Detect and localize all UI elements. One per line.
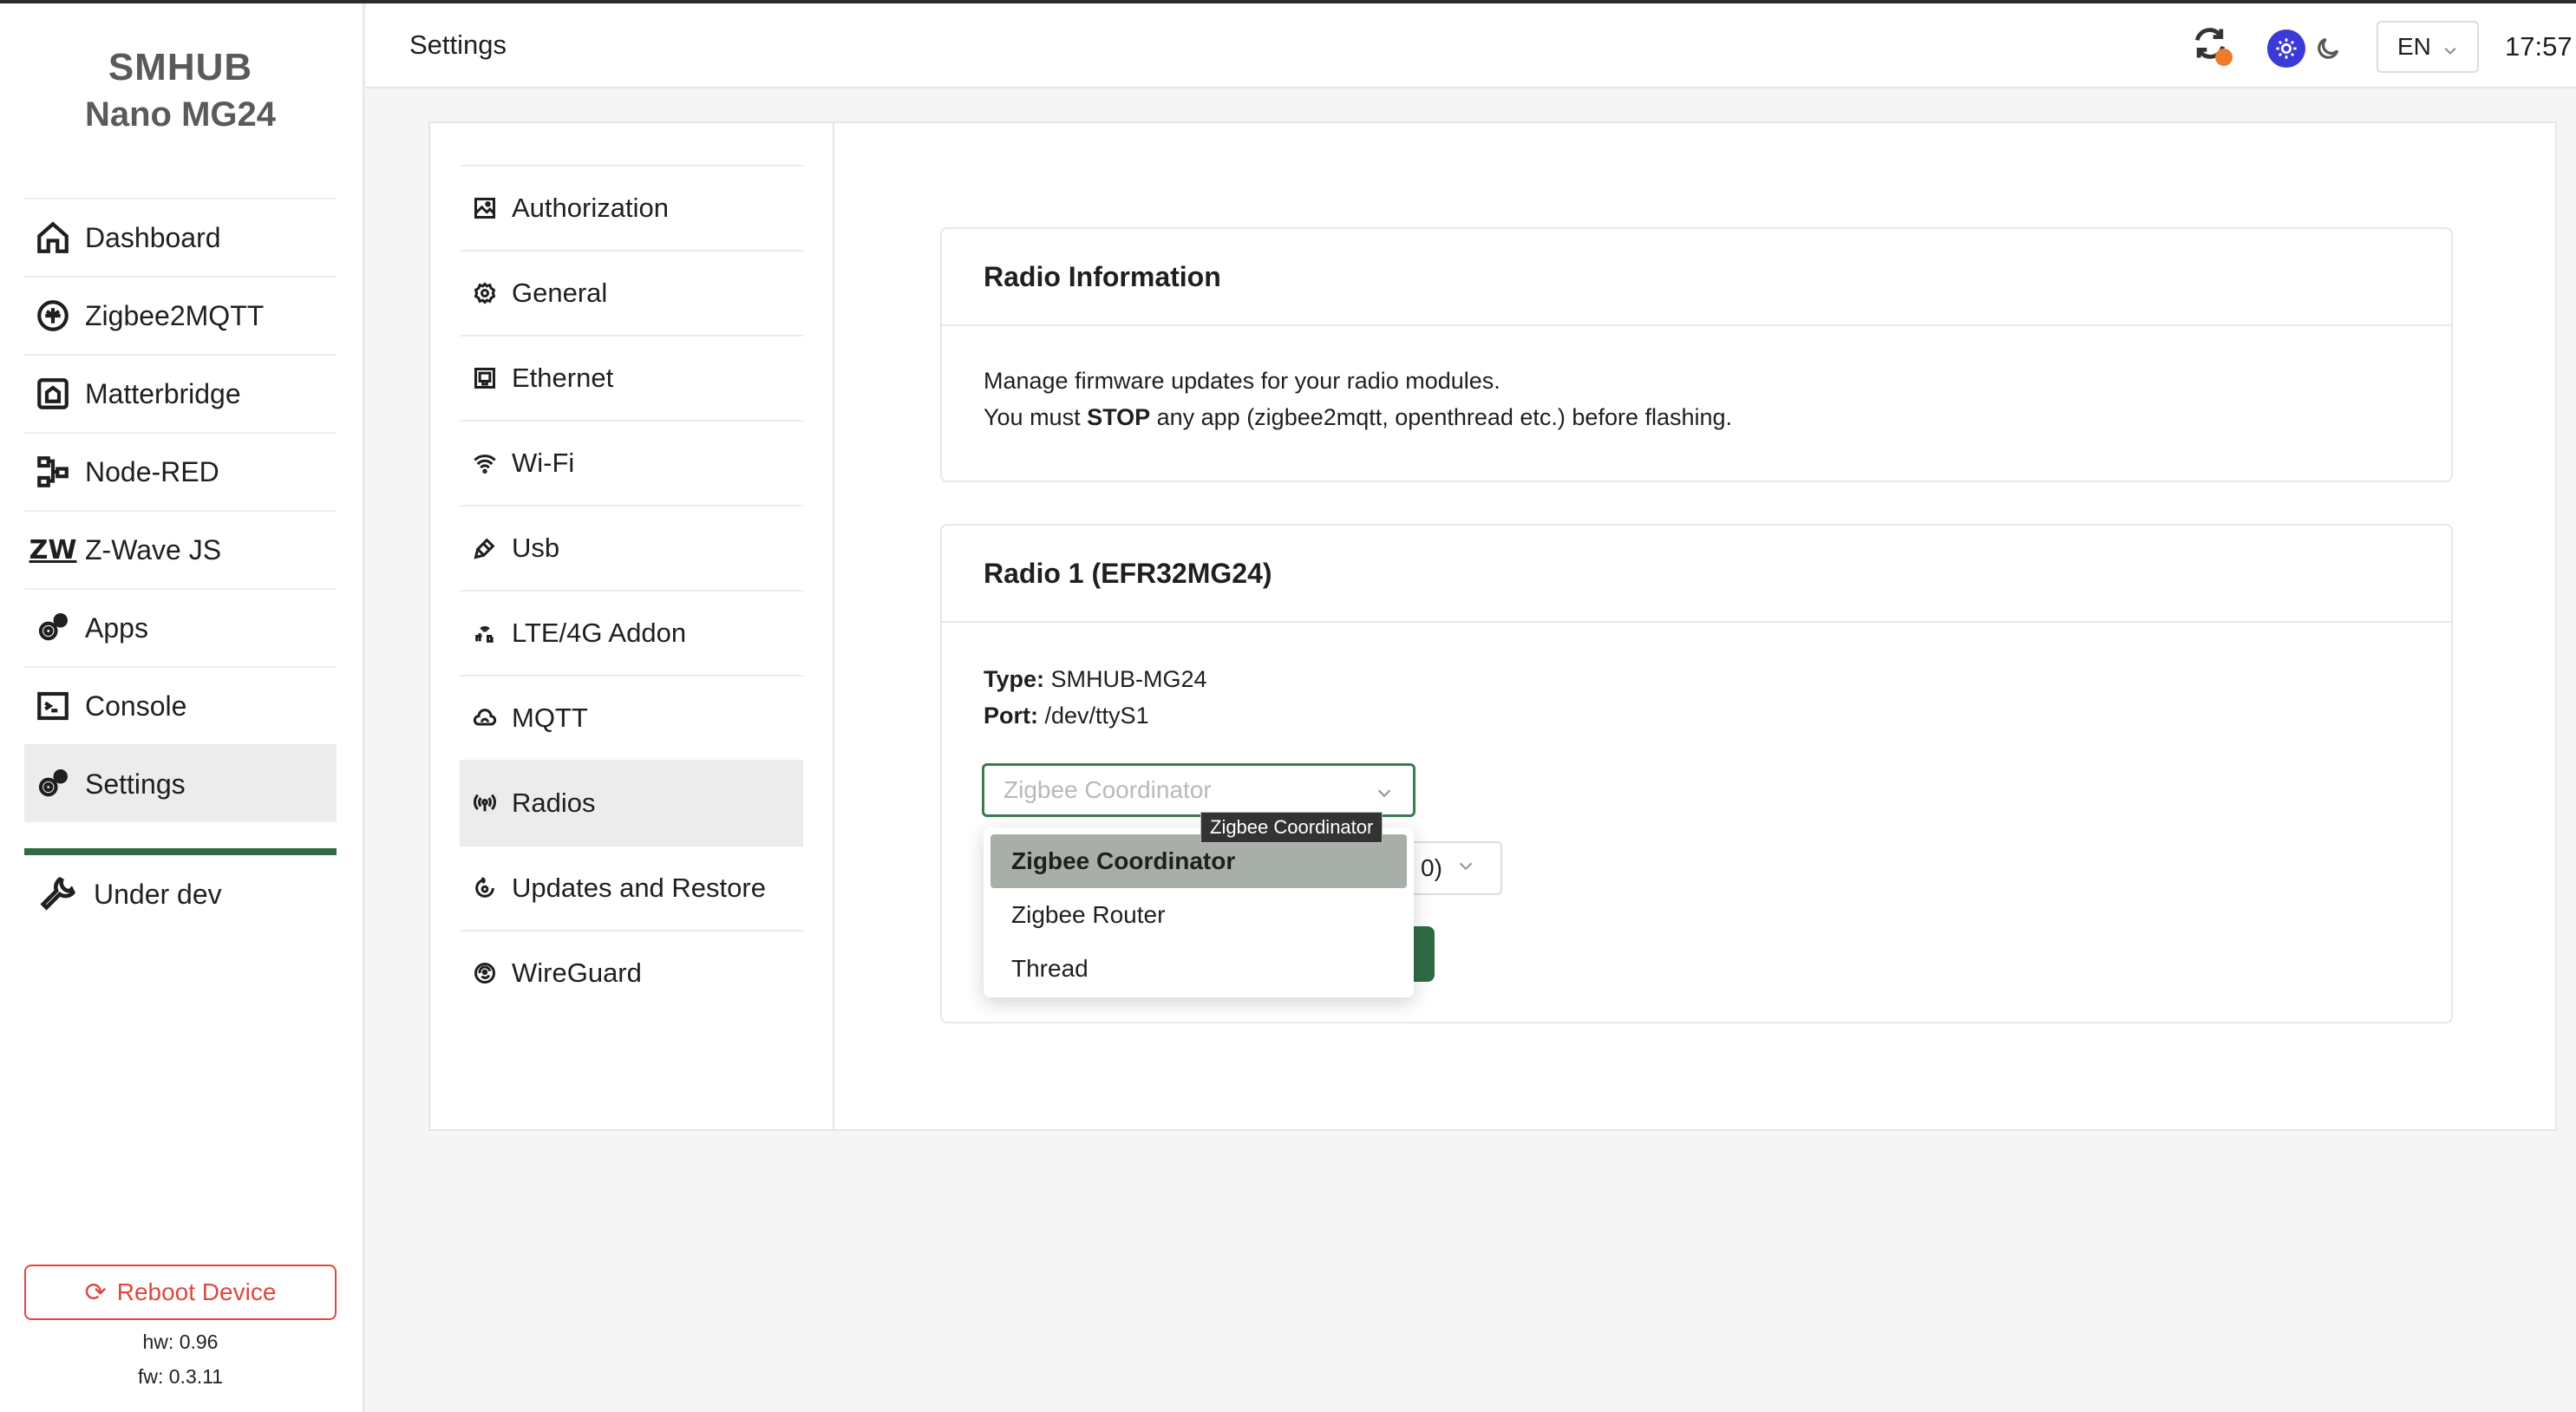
zigbee-icon [33, 296, 73, 336]
tooltip: Zigbee Coordinator [1200, 812, 1383, 843]
wireguard-icon [472, 960, 498, 986]
page-title: Settings [409, 29, 507, 60]
settings-panel: Authorization General Ethernet Wi-Fi Usb… [428, 121, 2557, 1131]
card-title: Radio 1 (EFR32MG24) [942, 526, 2451, 623]
settings-item-ethernet[interactable]: Ethernet [460, 335, 803, 420]
settings-item-radios[interactable]: Radios [460, 760, 803, 845]
antenna-icon [472, 790, 498, 816]
chevron-down-icon [1456, 854, 1475, 882]
sun-icon[interactable] [2267, 29, 2305, 68]
image-icon [472, 195, 498, 221]
matter-icon [33, 374, 73, 414]
chevron-down-icon [1375, 781, 1394, 809]
settings-item-label: Wi-Fi [512, 448, 575, 478]
terminal-icon [33, 686, 73, 726]
zwave-icon: ZW [29, 534, 77, 565]
sidebar-item-console[interactable]: Console [24, 666, 337, 744]
chevron-down-icon [2442, 38, 2459, 56]
brand-name: SMHUB [108, 46, 253, 88]
sidebar-item-label: Apps [85, 611, 148, 644]
home-icon [33, 218, 73, 258]
gears-icon [33, 608, 73, 648]
settings-item-authorization[interactable]: Authorization [460, 165, 803, 250]
settings-item-usb[interactable]: Usb [460, 505, 803, 590]
sidebar-item-settings[interactable]: Settings [24, 744, 337, 822]
sidebar-item-node-red[interactable]: Node-RED [24, 432, 337, 510]
wrench-icon [40, 877, 75, 911]
sidebar-nav: Dashboard Zigbee2MQTT Matterbridge Node-… [24, 198, 337, 822]
section-divider [24, 848, 337, 855]
sidebar-item-label: Z-Wave JS [85, 533, 222, 565]
under-dev-label: Under dev [94, 878, 222, 910]
hardware-version: hw: 0.96 [142, 1330, 219, 1353]
settings-item-updates[interactable]: Updates and Restore [460, 845, 803, 930]
sidebar-item-label: Matterbridge [85, 377, 241, 409]
sidebar-item-label: Settings [85, 768, 186, 800]
sidebar-item-zigbee2mqtt[interactable]: Zigbee2MQTT [24, 276, 337, 354]
gears-icon [33, 764, 73, 804]
language-select[interactable]: EN [2377, 21, 2479, 73]
wifi-icon [472, 450, 498, 476]
sidebar-item-label: Dashboard [85, 221, 221, 253]
settings-menu: Authorization General Ethernet Wi-Fi Usb… [430, 123, 834, 1129]
settings-item-label: Updates and Restore [512, 873, 766, 903]
sidebar-item-apps[interactable]: Apps [24, 588, 337, 666]
brand-model: Nano MG24 [84, 95, 277, 134]
settings-item-general[interactable]: General [460, 250, 803, 335]
radio-type: Type: SMHUB-MG24 [984, 666, 1207, 692]
brand: SMHUB Nano MG24 [0, 43, 361, 137]
sidebar-item-label: Zigbee2MQTT [85, 299, 265, 331]
settings-item-label: General [512, 278, 608, 308]
sidebar-item-label: Console [85, 690, 187, 722]
reboot-device-button[interactable]: ⟳ Reboot Device [24, 1265, 337, 1320]
radio-mode-select[interactable]: Zigbee Coordinator [982, 763, 1415, 817]
top-header: Settings EN 17:57 [366, 3, 2576, 88]
radio-info-card: Radio Information Manage firmware update… [940, 227, 2453, 482]
lte-icon [472, 620, 498, 646]
radio-mode-dropdown: Zigbee Coordinator Zigbee Router Thread [984, 827, 1414, 997]
settings-item-label: MQTT [512, 703, 588, 733]
settings-item-label: Usb [512, 533, 560, 563]
sync-button[interactable] [2191, 24, 2234, 68]
settings-item-lte[interactable]: LTE/4G Addon [460, 590, 803, 675]
ethernet-icon [472, 365, 498, 391]
sidebar-item-dashboard[interactable]: Dashboard [24, 198, 337, 276]
settings-item-mqtt[interactable]: MQTT [460, 675, 803, 760]
sidebar: SMHUB Nano MG24 Dashboard Zigbee2MQTT Ma… [0, 3, 364, 1412]
radio-info-line2: You must STOP any app (zigbee2mqtt, open… [984, 404, 1733, 430]
clock: 17:57 [2505, 31, 2573, 62]
settings-item-label: Authorization [512, 193, 669, 223]
cloud-icon [472, 705, 498, 731]
language-value: EN [2397, 33, 2431, 60]
firmware-version: fw: 0.3.11 [137, 1365, 224, 1388]
gear-icon [472, 280, 498, 306]
radio-info-line1: Manage firmware updates for your radio m… [984, 368, 1500, 394]
update-icon [472, 875, 498, 901]
settings-item-wireguard[interactable]: WireGuard [460, 930, 803, 1015]
radio-port: Port: /dev/ttyS1 [984, 703, 1149, 729]
sidebar-item-matterbridge[interactable]: Matterbridge [24, 354, 337, 432]
settings-item-label: Radios [512, 788, 596, 818]
sidebar-item-zwave-js[interactable]: ZW Z-Wave JS [24, 510, 337, 588]
node-red-icon [33, 452, 73, 492]
settings-item-label: Ethernet [512, 363, 614, 393]
reboot-label: Reboot Device [116, 1278, 277, 1305]
select-value: Zigbee Coordinator [1004, 776, 1212, 803]
settings-item-wifi[interactable]: Wi-Fi [460, 420, 803, 505]
sidebar-item-label: Node-RED [85, 455, 219, 487]
theme-toggle[interactable] [2264, 26, 2347, 71]
settings-item-label: LTE/4G Addon [512, 618, 687, 648]
option-thread[interactable]: Thread [991, 942, 1407, 996]
usb-icon [472, 535, 498, 561]
notification-dot [2215, 49, 2233, 66]
sidebar-item-under-dev[interactable]: Under dev [38, 874, 222, 914]
card-title: Radio Information [942, 229, 2451, 326]
option-zigbee-router[interactable]: Zigbee Router [991, 888, 1407, 942]
refresh-icon: ⟳ [84, 1278, 107, 1307]
moon-icon[interactable] [2311, 31, 2345, 66]
settings-item-label: WireGuard [512, 958, 642, 988]
